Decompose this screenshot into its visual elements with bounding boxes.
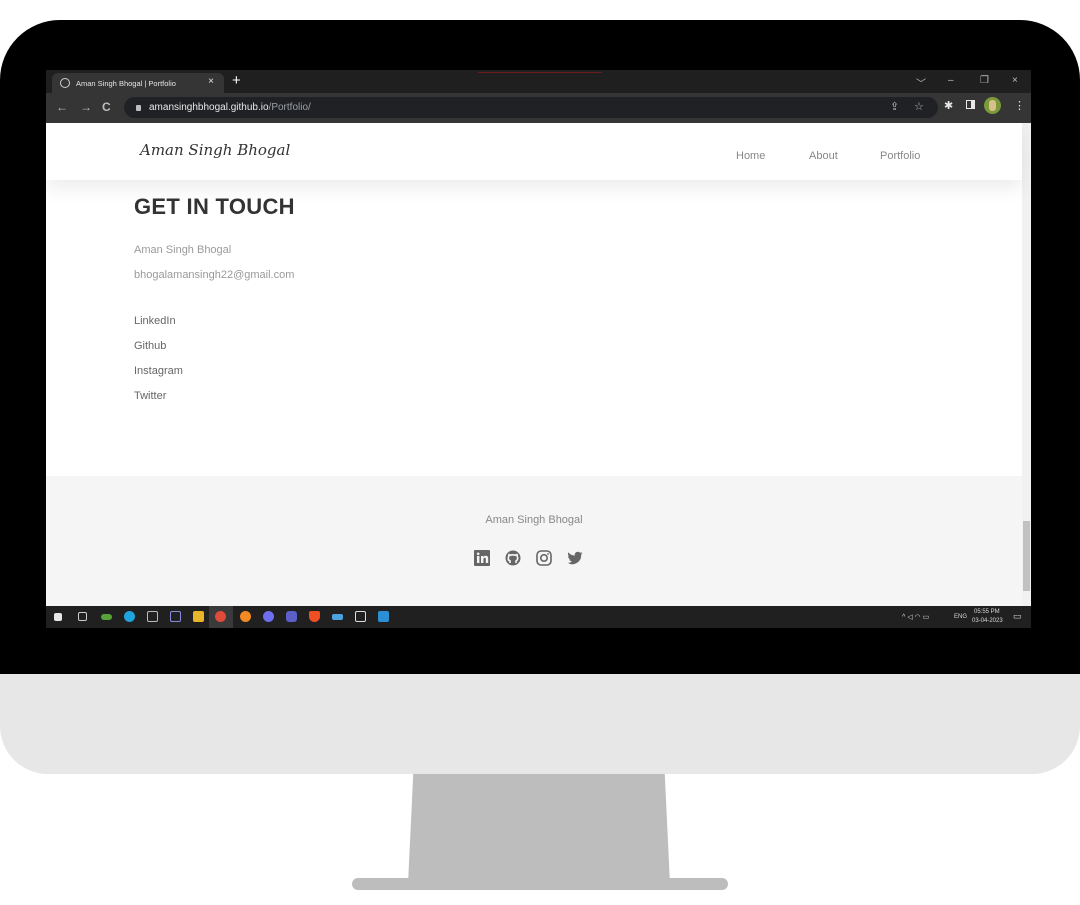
- edge-icon[interactable]: [124, 611, 135, 622]
- new-tab-button[interactable]: +: [232, 72, 241, 90]
- twitter-icon[interactable]: [567, 550, 583, 566]
- tab-search-button[interactable]: ﹀: [916, 75, 926, 90]
- teams-icon[interactable]: [286, 611, 297, 622]
- language-indicator[interactable]: ENG: [954, 614, 967, 620]
- github-icon[interactable]: [505, 550, 521, 566]
- footer-name: Aman Singh Bhogal: [485, 514, 583, 526]
- close-window-button[interactable]: ×: [1012, 75, 1018, 86]
- taskbar-date: 03-04-2023: [972, 618, 1003, 624]
- profile-avatar[interactable]: [984, 97, 1001, 114]
- link-linkedin[interactable]: LinkedIn: [134, 315, 176, 327]
- browser-tab-strip: Aman Singh Bhogal | Portfolio × + ﹀ – ❐ …: [46, 70, 1031, 93]
- contact-email[interactable]: bhogalamansingh22@gmail.com: [134, 269, 294, 281]
- chrome-icon[interactable]: [215, 611, 226, 622]
- nav-about[interactable]: About: [809, 150, 838, 162]
- url-host: amansinghbhogal.github.io: [149, 102, 269, 113]
- calculator-icon[interactable]: [147, 611, 158, 622]
- tab-title: Aman Singh Bhogal | Portfolio: [76, 78, 176, 88]
- screen: Aman Singh Bhogal | Portfolio × + ﹀ – ❐ …: [46, 70, 1031, 628]
- page-scrollbar[interactable]: [1022, 123, 1031, 606]
- windows-start-icon[interactable]: [54, 613, 62, 621]
- link-twitter[interactable]: Twitter: [134, 390, 166, 402]
- url-path: /Portfolio/: [268, 102, 311, 113]
- notification-icon[interactable]: ▭: [1013, 611, 1022, 622]
- contact-name: Aman Singh Bhogal: [134, 244, 232, 256]
- monitor-stand-base: [352, 878, 728, 890]
- brave-icon[interactable]: [309, 611, 320, 622]
- onenote-icon[interactable]: [170, 611, 181, 622]
- site-logo[interactable]: Aman Singh Bhogal: [140, 141, 290, 159]
- maximize-button[interactable]: ❐: [980, 75, 989, 86]
- share-icon[interactable]: ⇪: [890, 100, 899, 113]
- discord-icon[interactable]: [263, 611, 274, 622]
- globe-icon: [60, 78, 70, 88]
- instagram-icon[interactable]: [536, 550, 552, 566]
- section-heading: GET IN TOUCH: [134, 194, 295, 219]
- nav-home[interactable]: Home: [736, 150, 765, 162]
- tray-icons[interactable]: ^ ◁ ◠ ▭: [902, 613, 929, 621]
- forward-icon[interactable]: →: [80, 100, 92, 114]
- browser-tab[interactable]: Aman Singh Bhogal | Portfolio ×: [52, 73, 224, 93]
- link-github[interactable]: Github: [134, 340, 166, 352]
- site-footer: Aman Singh Bhogal: [46, 476, 1022, 606]
- extensions-icon[interactable]: ✱: [944, 99, 953, 112]
- nvidia-icon[interactable]: [101, 614, 112, 620]
- monitor-chin: [0, 674, 1080, 774]
- task-view-icon[interactable]: [78, 612, 87, 621]
- firefox-icon[interactable]: [240, 611, 251, 622]
- notion-icon[interactable]: [355, 611, 366, 622]
- reload-icon[interactable]: C: [102, 100, 111, 114]
- lock-icon: [136, 104, 141, 111]
- browser-toolbar: ← → C amansinghbhogal.github.io /Portfol…: [46, 93, 1031, 123]
- tab-close-button[interactable]: ×: [208, 76, 214, 87]
- link-instagram[interactable]: Instagram: [134, 365, 183, 377]
- bookmark-star-icon[interactable]: ☆: [914, 100, 924, 113]
- browser-menu-icon[interactable]: ⋮: [1014, 99, 1025, 112]
- monitor-stand-neck: [408, 774, 670, 884]
- site-header: Aman Singh Bhogal Home About Portfolio: [46, 123, 1022, 180]
- nav-portfolio[interactable]: Portfolio: [880, 150, 920, 162]
- side-panel-icon[interactable]: [966, 100, 975, 109]
- address-bar[interactable]: amansinghbhogal.github.io /Portfolio/ ⇪ …: [124, 97, 938, 118]
- linkedin-icon[interactable]: [474, 550, 490, 566]
- windows-taskbar: ^ ◁ ◠ ▭ ENG 05:55 PM 03-04-2023 ▭: [46, 606, 1031, 628]
- back-icon[interactable]: ←: [56, 100, 68, 114]
- vscode-icon[interactable]: [378, 611, 389, 622]
- minimize-button[interactable]: –: [948, 75, 954, 86]
- scrollbar-thumb[interactable]: [1023, 521, 1030, 591]
- app-icon[interactable]: [332, 614, 343, 620]
- webpage: Aman Singh Bhogal Home About Portfolio G…: [46, 123, 1031, 606]
- taskbar-time: 05:55 PM: [974, 609, 1000, 615]
- file-explorer-icon[interactable]: [193, 611, 204, 622]
- recording-indicator: [478, 72, 602, 73]
